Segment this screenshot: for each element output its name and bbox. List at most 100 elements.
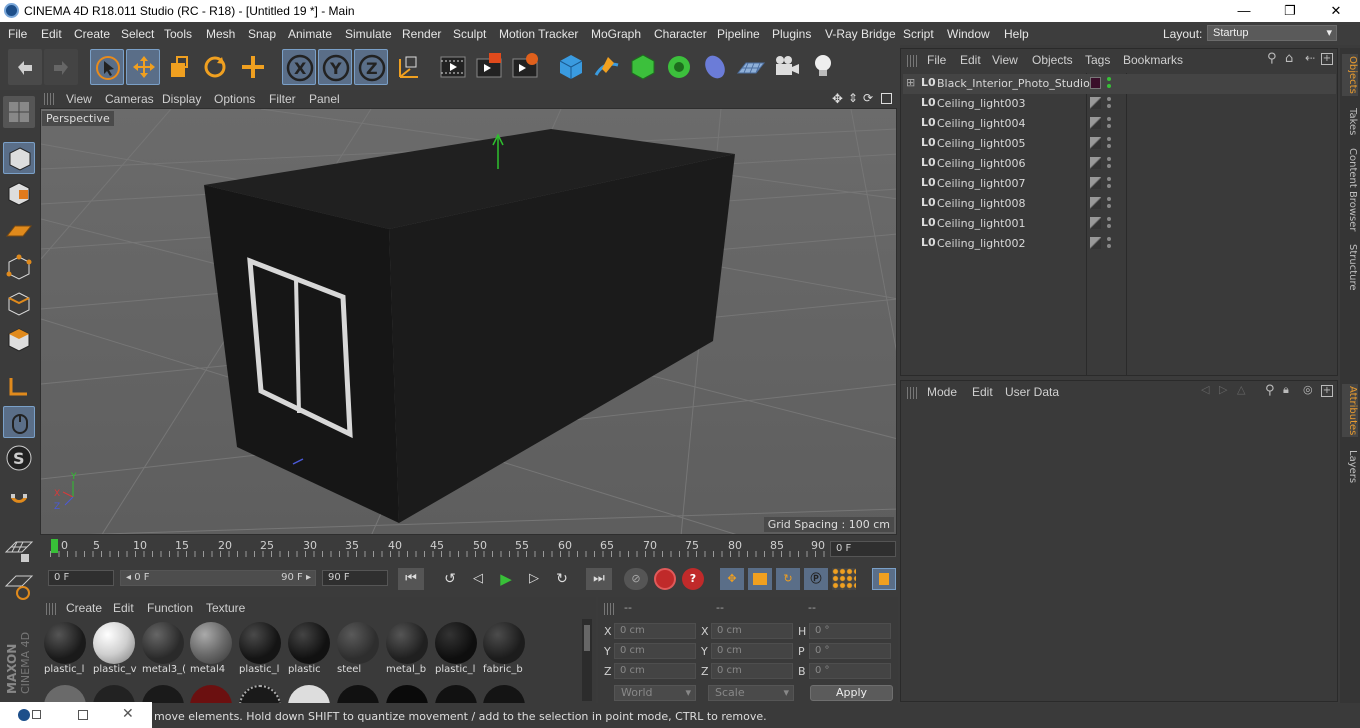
keyframe-selection-icon[interactable]: ⊘ <box>624 568 648 590</box>
timeline[interactable]: 0 5 10 15 20 25 30 35 40 45 50 55 60 65 … <box>40 537 897 561</box>
apply-button[interactable]: Apply <box>810 685 893 701</box>
rotation-p-field[interactable]: 0 ° <box>809 643 891 659</box>
menu-help[interactable]: Help <box>1004 27 1029 41</box>
menu-mesh[interactable]: Mesh <box>206 27 235 41</box>
next-key-icon[interactable]: ↻ <box>550 568 574 590</box>
object-name[interactable]: Ceiling_light008 <box>937 197 1025 210</box>
objects-menu-objects[interactable]: Objects <box>1032 53 1073 67</box>
move-icon[interactable] <box>126 49 160 85</box>
workplane-icon[interactable] <box>3 214 35 246</box>
close-button[interactable]: ✕ <box>1313 0 1359 22</box>
viewport-menu-panel[interactable]: Panel <box>309 92 340 106</box>
object-row[interactable]: L0 Ceiling_light006 <box>903 154 1336 174</box>
key-rotation-icon[interactable]: ↻ <box>776 568 800 590</box>
play-icon[interactable]: ▶ <box>494 568 518 590</box>
maximize-icon[interactable] <box>78 710 88 720</box>
visibility-dots-icon[interactable] <box>1107 237 1111 241</box>
menu-select[interactable]: Select <box>121 27 154 41</box>
go-to-end-icon[interactable]: ⏭ <box>586 568 612 590</box>
home-icon[interactable]: ⌂ <box>1285 51 1293 66</box>
close-icon[interactable]: ✕ <box>122 706 134 722</box>
back-arrow-icon[interactable]: ◁ <box>1201 383 1209 396</box>
visibility-dots-icon[interactable] <box>1107 177 1111 181</box>
visibility-dots-icon[interactable] <box>1107 157 1111 161</box>
menu-motion-tracker[interactable]: Motion Tracker <box>499 27 578 41</box>
menu-snap[interactable]: Snap <box>248 27 276 41</box>
end-frame-field[interactable]: 90 F <box>322 570 388 586</box>
position-x-field[interactable]: 0 cm <box>614 623 696 639</box>
size-z-field[interactable]: 0 cm <box>711 663 793 679</box>
attributes-menu-mode[interactable]: Mode <box>927 385 957 399</box>
render-picture-viewer-icon[interactable] <box>472 49 506 85</box>
menu-mograph[interactable]: MoGraph <box>591 27 641 41</box>
tab-objects[interactable]: Objects <box>1342 54 1358 96</box>
object-name[interactable]: Ceiling_light001 <box>937 217 1025 230</box>
visibility-dots-icon[interactable] <box>1107 197 1111 201</box>
object-name[interactable]: Ceiling_light003 <box>937 97 1025 110</box>
material-swatch[interactable]: metal3_( <box>140 620 186 676</box>
layout-select[interactable]: Startup ▾ <box>1207 25 1337 41</box>
next-frame-icon[interactable]: ▷ <box>522 568 546 590</box>
position-y-field[interactable]: 0 cm <box>614 643 696 659</box>
menu-window[interactable]: Window <box>947 27 990 41</box>
object-name[interactable]: Black_Interior_Photo_Studio <box>937 77 1090 90</box>
material-swatch[interactable]: metal_b <box>384 620 430 676</box>
render-view-icon[interactable] <box>436 49 470 85</box>
menu-simulate[interactable]: Simulate <box>345 27 392 41</box>
grid-rotate-icon[interactable] <box>3 570 35 602</box>
object-row[interactable]: ⊞ L0 Black_Interior_Photo_Studio <box>903 74 1336 94</box>
position-z-field[interactable]: 0 cm <box>614 663 696 679</box>
add-icon[interactable] <box>236 49 270 85</box>
material-preview[interactable] <box>239 685 281 703</box>
viewport-menu-display[interactable]: Display <box>162 92 201 106</box>
navigate-icon[interactable]: ⇠ <box>1305 51 1315 65</box>
minimize-button[interactable]: — <box>1221 0 1267 22</box>
y-axis-icon[interactable]: Y <box>318 49 352 85</box>
attributes-menu-user-data[interactable]: User Data <box>1005 385 1059 399</box>
material-swatch[interactable]: plastic_v <box>91 620 137 676</box>
camera-icon[interactable] <box>770 49 804 85</box>
visibility-dots-icon[interactable] <box>1107 117 1111 121</box>
object-name[interactable]: Ceiling_light004 <box>937 117 1025 130</box>
maximize-view-icon[interactable] <box>881 93 892 104</box>
solo-icon[interactable]: S <box>3 442 35 474</box>
subdivision-icon[interactable] <box>626 49 660 85</box>
new-panel-icon[interactable]: + <box>1321 385 1333 397</box>
tab-structure[interactable]: Structure <box>1342 244 1358 291</box>
material-scrollbar[interactable] <box>582 619 592 701</box>
objects-menu-bookmarks[interactable]: Bookmarks <box>1123 53 1183 67</box>
menu-edit[interactable]: Edit <box>41 27 62 41</box>
tab-attributes[interactable]: Attributes <box>1342 384 1358 438</box>
objects-menu-edit[interactable]: Edit <box>960 53 981 67</box>
material-swatch[interactable]: plastic_l <box>42 620 88 676</box>
material-swatch[interactable]: metal4 <box>188 620 234 676</box>
polygons-mode-icon[interactable] <box>3 324 35 356</box>
material-menu-edit[interactable]: Edit <box>113 601 134 615</box>
object-name[interactable]: Ceiling_light005 <box>937 137 1025 150</box>
menu-tools[interactable]: Tools <box>164 27 192 41</box>
material-preview[interactable] <box>190 685 232 703</box>
axis-mode-icon[interactable] <box>3 370 35 402</box>
size-x-field[interactable]: 0 cm <box>711 623 793 639</box>
coordinate-mode-select[interactable]: World ▾ <box>614 685 696 701</box>
menu-animate[interactable]: Animate <box>288 27 332 41</box>
visibility-dots-icon[interactable] <box>1107 77 1111 81</box>
timeline-window-icon[interactable] <box>872 568 896 590</box>
tab-layers[interactable]: Layers <box>1342 450 1358 483</box>
viewport-menu-options[interactable]: Options <box>214 92 255 106</box>
object-row[interactable]: L0 Ceiling_light002 <box>903 234 1336 254</box>
object-row[interactable]: L0 Ceiling_light008 <box>903 194 1336 214</box>
menu-vray-bridge[interactable]: V-Ray Bridge <box>825 27 896 41</box>
rotate-icon[interactable] <box>198 49 232 85</box>
key-pla-icon[interactable] <box>832 568 856 590</box>
deformer-icon[interactable] <box>698 49 732 85</box>
tweak-mode-icon[interactable] <box>3 406 35 438</box>
material-preview[interactable] <box>386 685 428 703</box>
snap-icon[interactable] <box>3 488 35 520</box>
material-swatch[interactable]: plastic <box>286 620 332 676</box>
z-axis-icon[interactable]: Z <box>354 49 388 85</box>
move-view-icon[interactable]: ✥ <box>832 91 843 107</box>
menu-create[interactable]: Create <box>74 27 110 41</box>
rotation-h-field[interactable]: 0 ° <box>809 623 891 639</box>
objects-menu-tags[interactable]: Tags <box>1085 53 1110 67</box>
